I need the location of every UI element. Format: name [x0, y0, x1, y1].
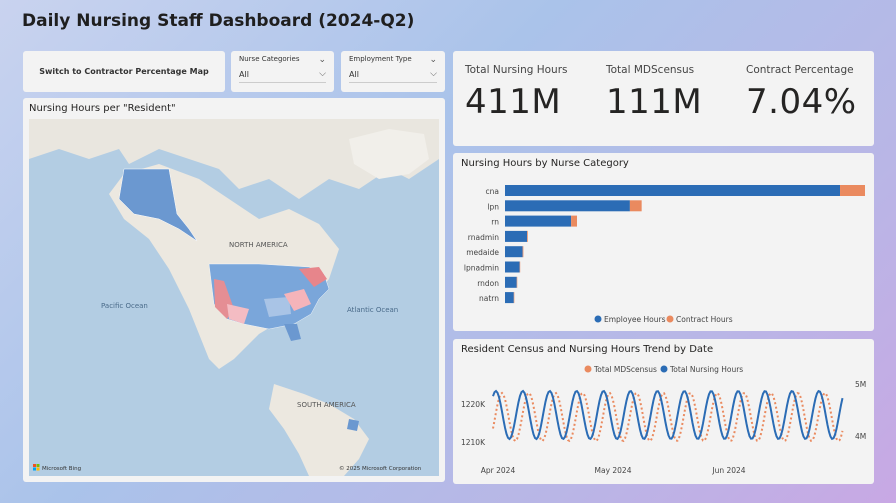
y-right-tick: 4M — [855, 432, 866, 441]
legend-marker — [584, 365, 592, 373]
map-title: Nursing Hours per "Resident" — [29, 103, 176, 114]
legend-label: Contract Hours — [676, 315, 733, 324]
bar-medaide-employee — [505, 246, 523, 258]
slicer-label: Employment Type — [349, 55, 412, 63]
bar-rnadmin-contract — [527, 230, 528, 242]
legend-label: Total MDScensus — [593, 365, 657, 374]
legend-marker — [594, 315, 602, 323]
legend-marker — [666, 315, 674, 323]
switch-map-button[interactable]: Switch to Contractor Percentage Map — [23, 51, 225, 92]
bar-lpnadmin-contract — [519, 261, 521, 273]
slicer-value: All — [349, 69, 359, 79]
kpi-label: Total MDScensus — [606, 64, 695, 76]
legend-marker — [660, 365, 668, 373]
bar-chart-title: Nursing Hours by Nurse Category — [461, 158, 629, 169]
bar-natrn-contract — [513, 292, 515, 304]
bar-lpnadmin-employee — [505, 261, 520, 273]
bar-lpn-contract — [629, 200, 642, 212]
dropdown-chevron-icon[interactable]: ⌵ — [430, 69, 437, 79]
chevron-down-icon[interactable]: ⌄ — [429, 55, 437, 65]
slicer-label: Nurse Categories — [239, 55, 300, 63]
bar-category-label: natrn — [479, 294, 499, 303]
x-axis-label: Apr 2024 — [481, 466, 516, 475]
bing-attribution: Microsoft Bing — [42, 466, 81, 472]
nurse-categories-slicer[interactable]: Nurse Categories ⌄ All ⌵ — [231, 51, 334, 92]
bar-chart-svg[interactable]: cna lpn rn rnadmin medaide lpnadmin rndon natrn… — [453, 153, 874, 331]
kpi-contract-percentage: Contract Percentage 7.04% — [746, 64, 857, 122]
bar-cna-contract — [840, 185, 865, 196]
employment-type-slicer[interactable]: Employment Type ⌄ All ⌵ — [341, 51, 445, 92]
x-axis-label: Jun 2024 — [711, 466, 745, 475]
bar-category-label: lpn — [487, 202, 499, 211]
bar-medaide-contract — [522, 246, 524, 258]
dropdown-chevron-icon[interactable]: ⌵ — [319, 69, 326, 79]
chevron-down-icon[interactable]: ⌄ — [318, 55, 326, 65]
bar-category-label: rn — [491, 218, 499, 227]
bar-natrn-employee — [505, 292, 514, 304]
legend-label: Total Nursing Hours — [669, 365, 743, 374]
map-canvas[interactable]: NORTH AMERICA SOUTH AMERICA Pacific Ocea… — [29, 119, 439, 476]
bar-category-label: lpnadmin — [464, 264, 499, 273]
slicer-value: All — [239, 69, 249, 79]
bing-logo-icon — [33, 464, 36, 467]
bar-cna-employee — [505, 185, 841, 196]
bar-rnadmin-employee — [505, 230, 528, 242]
bar-category-label: medaide — [466, 248, 499, 257]
legend-label: Employee Hours — [604, 315, 666, 324]
x-axis-label: May 2024 — [595, 466, 632, 475]
y-left-tick: 1220K — [461, 400, 486, 409]
kpi-value: 111M — [606, 82, 703, 122]
map-visual: Nursing Hours per "Resident" NORTH AMERI… — [23, 98, 445, 482]
bar-rn-contract — [571, 215, 577, 227]
map-label-south-america: SOUTH AMERICA — [297, 401, 356, 409]
bar-rndon-contract — [516, 276, 518, 288]
map-label-atlantic: Atlantic Ocean — [347, 306, 398, 314]
map-label-pacific: Pacific Ocean — [101, 302, 148, 310]
trend-chart-svg[interactable]: Total MDScensus Total Nursing Hours 1220K 1… — [453, 339, 874, 484]
bar-category-label: rnadmin — [468, 233, 499, 242]
map-label-north-america: NORTH AMERICA — [229, 241, 288, 249]
kpi-label: Total Nursing Hours — [465, 64, 568, 76]
kpi-card-group: Total Nursing Hours 411M Total MDScensus… — [453, 51, 874, 146]
bar-category-label: rndon — [477, 279, 499, 288]
kpi-total-mdscensus: Total MDScensus 111M — [606, 64, 702, 122]
trend-chart-title: Resident Census and Nursing Hours Trend … — [461, 344, 714, 355]
dashboard-title: Daily Nursing Staff Dashboard (2024-Q2) — [22, 11, 415, 31]
kpi-value: 7.04% — [746, 82, 857, 122]
bar-rn-employee — [505, 215, 572, 227]
bar-category-label: cna — [486, 187, 499, 196]
kpi-total-nursing-hours: Total Nursing Hours 411M — [465, 64, 568, 122]
bar-chart-visual: Nursing Hours by Nurse Category cna lpn rn… — [453, 153, 874, 331]
trend-chart-visual: Resident Census and Nursing Hours Trend … — [453, 339, 874, 484]
kpi-label: Contract Percentage — [746, 64, 854, 76]
map-copyright: © 2025 Microsoft Corporation — [339, 465, 422, 472]
bar-rndon-employee — [505, 276, 517, 288]
kpi-value: 411M — [465, 82, 562, 122]
bar-lpn-employee — [505, 200, 630, 212]
y-right-tick: 5M — [855, 380, 866, 389]
y-left-tick: 1210K — [461, 438, 486, 447]
